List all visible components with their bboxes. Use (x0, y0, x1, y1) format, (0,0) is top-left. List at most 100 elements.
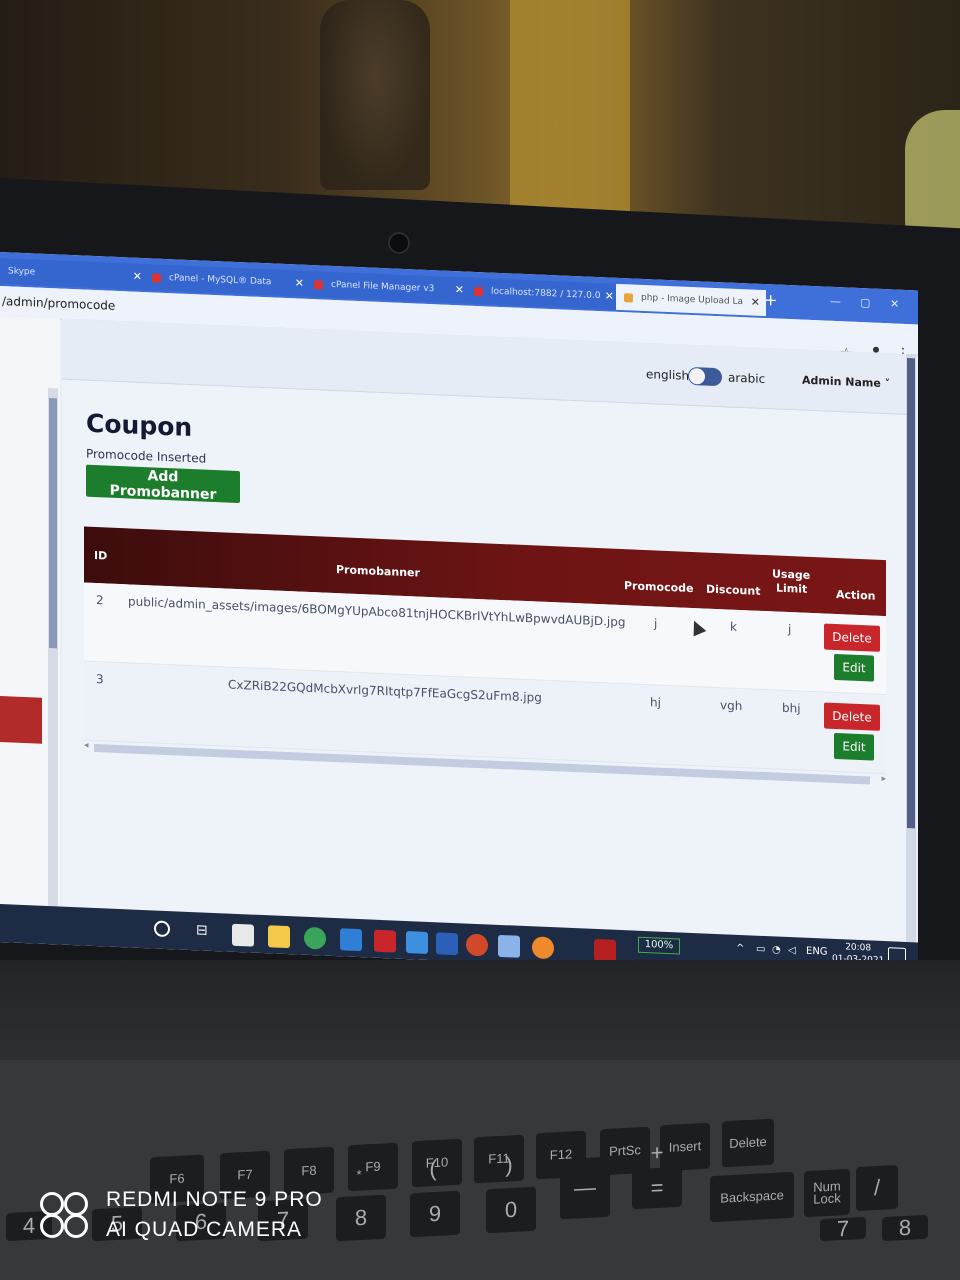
header-id: ID (94, 548, 108, 563)
task-view-icon[interactable]: ⊟ (196, 922, 208, 938)
tab-label: php - Image Upload La (641, 292, 744, 308)
tab-label: cPanel File Manager v3 (331, 279, 435, 295)
filezilla-icon[interactable] (594, 938, 616, 962)
language-indicator[interactable]: ENG (806, 946, 828, 958)
close-icon[interactable]: ✕ (133, 270, 142, 283)
key-8: 8 (336, 1194, 386, 1242)
quad-camera-logo-icon (40, 1192, 88, 1238)
cell-discount: vgh (720, 698, 743, 714)
wifi-icon[interactable]: ◔ (772, 944, 781, 955)
tab-mysql[interactable]: cPanel - MySQL® Data ✕ (144, 264, 310, 297)
scroll-thumb[interactable] (907, 358, 915, 829)
cell-usage-limit: j (788, 622, 792, 637)
language-toggle[interactable] (688, 366, 722, 387)
toggle-knob (689, 367, 705, 385)
key-backspace: Backspace (710, 1171, 794, 1223)
key-num-7: 7 (820, 1216, 866, 1241)
close-icon[interactable]: ✕ (455, 283, 464, 296)
tab-label: localhost:7882 / 127.0.0 (491, 286, 601, 302)
cell-id: 2 (96, 593, 104, 608)
key-asterisk: * (356, 1166, 362, 1183)
window-close-icon[interactable]: ✕ (890, 297, 899, 310)
lang-english-label: english (646, 367, 690, 383)
cell-promobanner: CxZRiB22GQdMcbXvrlg7RItqtp7FfEaGcgS2uFm8… (228, 677, 542, 705)
vscode-icon[interactable] (340, 928, 362, 952)
key-paren-open: ( (429, 1155, 437, 1182)
lang-arabic-label: arabic (728, 370, 766, 387)
webcam-icon (388, 232, 410, 254)
page-title: Coupon (86, 408, 193, 443)
sidebar (0, 316, 60, 959)
store-icon[interactable] (232, 923, 254, 947)
sidebar-scrollbar[interactable] (48, 388, 58, 949)
delete-button[interactable]: Delete (824, 623, 880, 652)
tab-localhost[interactable]: localhost:7882 / 127.0.0 ✕ (466, 277, 620, 310)
header-usage: Usage (772, 567, 811, 582)
key-delete: Delete (722, 1118, 774, 1168)
add-promobanner-button[interactable]: Add Promobanner (86, 464, 240, 503)
delete-button[interactable]: Delete (824, 702, 880, 731)
key-num-lock: Num Lock (804, 1168, 850, 1218)
phpmyadmin-icon (474, 286, 483, 296)
zoom-indicator: 100% (638, 936, 680, 955)
bottle (320, 0, 430, 190)
scroll-left-icon[interactable]: ◂ (84, 741, 89, 751)
battery-icon[interactable]: ▭ (756, 944, 765, 955)
mouse-cursor-icon (687, 618, 707, 637)
new-tab-button[interactable]: + (764, 290, 777, 310)
admin-menu[interactable]: Admin Name ˅ (802, 374, 890, 391)
notepad-icon[interactable] (498, 934, 520, 958)
tab-label: Skype (8, 266, 36, 278)
maximize-icon[interactable]: ▢ (860, 296, 870, 309)
file-explorer-icon[interactable] (268, 925, 290, 949)
key-0: 0 (486, 1186, 536, 1234)
cell-id: 3 (96, 672, 104, 687)
scroll-thumb[interactable] (49, 398, 57, 649)
key-equals: = (632, 1166, 682, 1210)
powerpoint-icon[interactable] (466, 933, 488, 957)
minimize-icon[interactable]: — (830, 295, 841, 308)
cortana-icon[interactable] (154, 920, 170, 938)
promocode-table: ID Promobanner Promocode Discount Usage … (84, 526, 886, 787)
cell-usage-limit: bhj (782, 700, 801, 716)
close-icon[interactable]: ✕ (751, 295, 760, 308)
header-promobanner: Promobanner (336, 563, 420, 580)
tray-chevron-icon[interactable]: ^ (736, 943, 744, 954)
key-plus: + (650, 1139, 664, 1166)
header-promocode: Promocode (624, 579, 694, 596)
tab-php-upload[interactable]: php - Image Upload La ✕ (616, 283, 766, 317)
volume-icon[interactable]: ◁ (788, 945, 796, 956)
tab-label: cPanel - MySQL® Data (169, 273, 272, 288)
close-icon[interactable]: ✕ (605, 289, 614, 302)
main-content: Coupon Promocode Inserted Add Promobanne… (62, 379, 908, 981)
status-message: Promocode Inserted (86, 446, 207, 466)
sidebar-active-item[interactable] (0, 696, 42, 744)
watermark-line-1: REDMI NOTE 9 PRO (106, 1188, 323, 1211)
key-paren-close: ) (505, 1151, 513, 1178)
header-discount: Discount (706, 582, 761, 598)
header-limit: Limit (776, 581, 808, 596)
word-icon[interactable] (436, 932, 458, 956)
scroll-right-icon[interactable]: ▸ (881, 774, 886, 784)
key-slash: / (856, 1164, 898, 1212)
edit-button[interactable]: Edit (834, 732, 874, 761)
edit-button[interactable]: Edit (834, 653, 874, 682)
laptop-screen: Skype ✕ cPanel - MySQL® Data ✕ cPanel File… (0, 252, 918, 981)
page-scrollbar[interactable] (906, 353, 916, 975)
url-text[interactable]: /admin/promocode (2, 294, 115, 313)
chrome-icon[interactable] (304, 926, 326, 950)
close-icon[interactable]: ✕ (295, 276, 304, 289)
cell-promocode: hj (650, 695, 661, 710)
sublime-icon[interactable] (532, 936, 554, 960)
cpanel-icon (314, 279, 323, 290)
tab-file-manager[interactable]: cPanel File Manager v3 ✕ (306, 270, 470, 304)
cpanel-icon (152, 272, 161, 283)
stackoverflow-icon (624, 292, 633, 303)
watermark-line-2: AI QUAD CAMERA (106, 1218, 303, 1241)
key-9: 9 (410, 1190, 460, 1238)
yellow-board (510, 0, 630, 230)
key-minus: — (560, 1156, 610, 1220)
mail-icon[interactable] (406, 931, 428, 954)
tab-skype[interactable]: Skype ✕ (0, 258, 148, 291)
mcafee-icon[interactable] (374, 929, 396, 953)
